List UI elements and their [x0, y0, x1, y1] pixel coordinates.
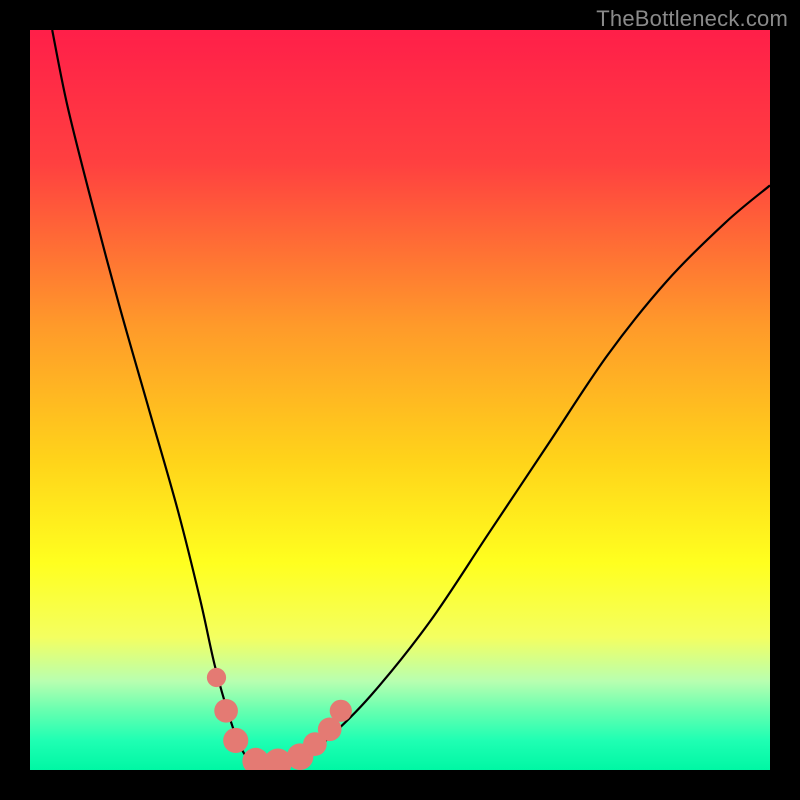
- marker-dot: [330, 700, 352, 722]
- marker-dot: [223, 728, 248, 753]
- marker-dot: [214, 699, 238, 723]
- plot-area: [30, 30, 770, 770]
- chart-frame: TheBottleneck.com: [0, 0, 800, 800]
- curve-layer: [30, 30, 770, 770]
- bottleneck-curve: [52, 30, 770, 767]
- watermark-text: TheBottleneck.com: [596, 6, 788, 32]
- data-markers: [207, 668, 352, 770]
- marker-dot: [207, 668, 226, 687]
